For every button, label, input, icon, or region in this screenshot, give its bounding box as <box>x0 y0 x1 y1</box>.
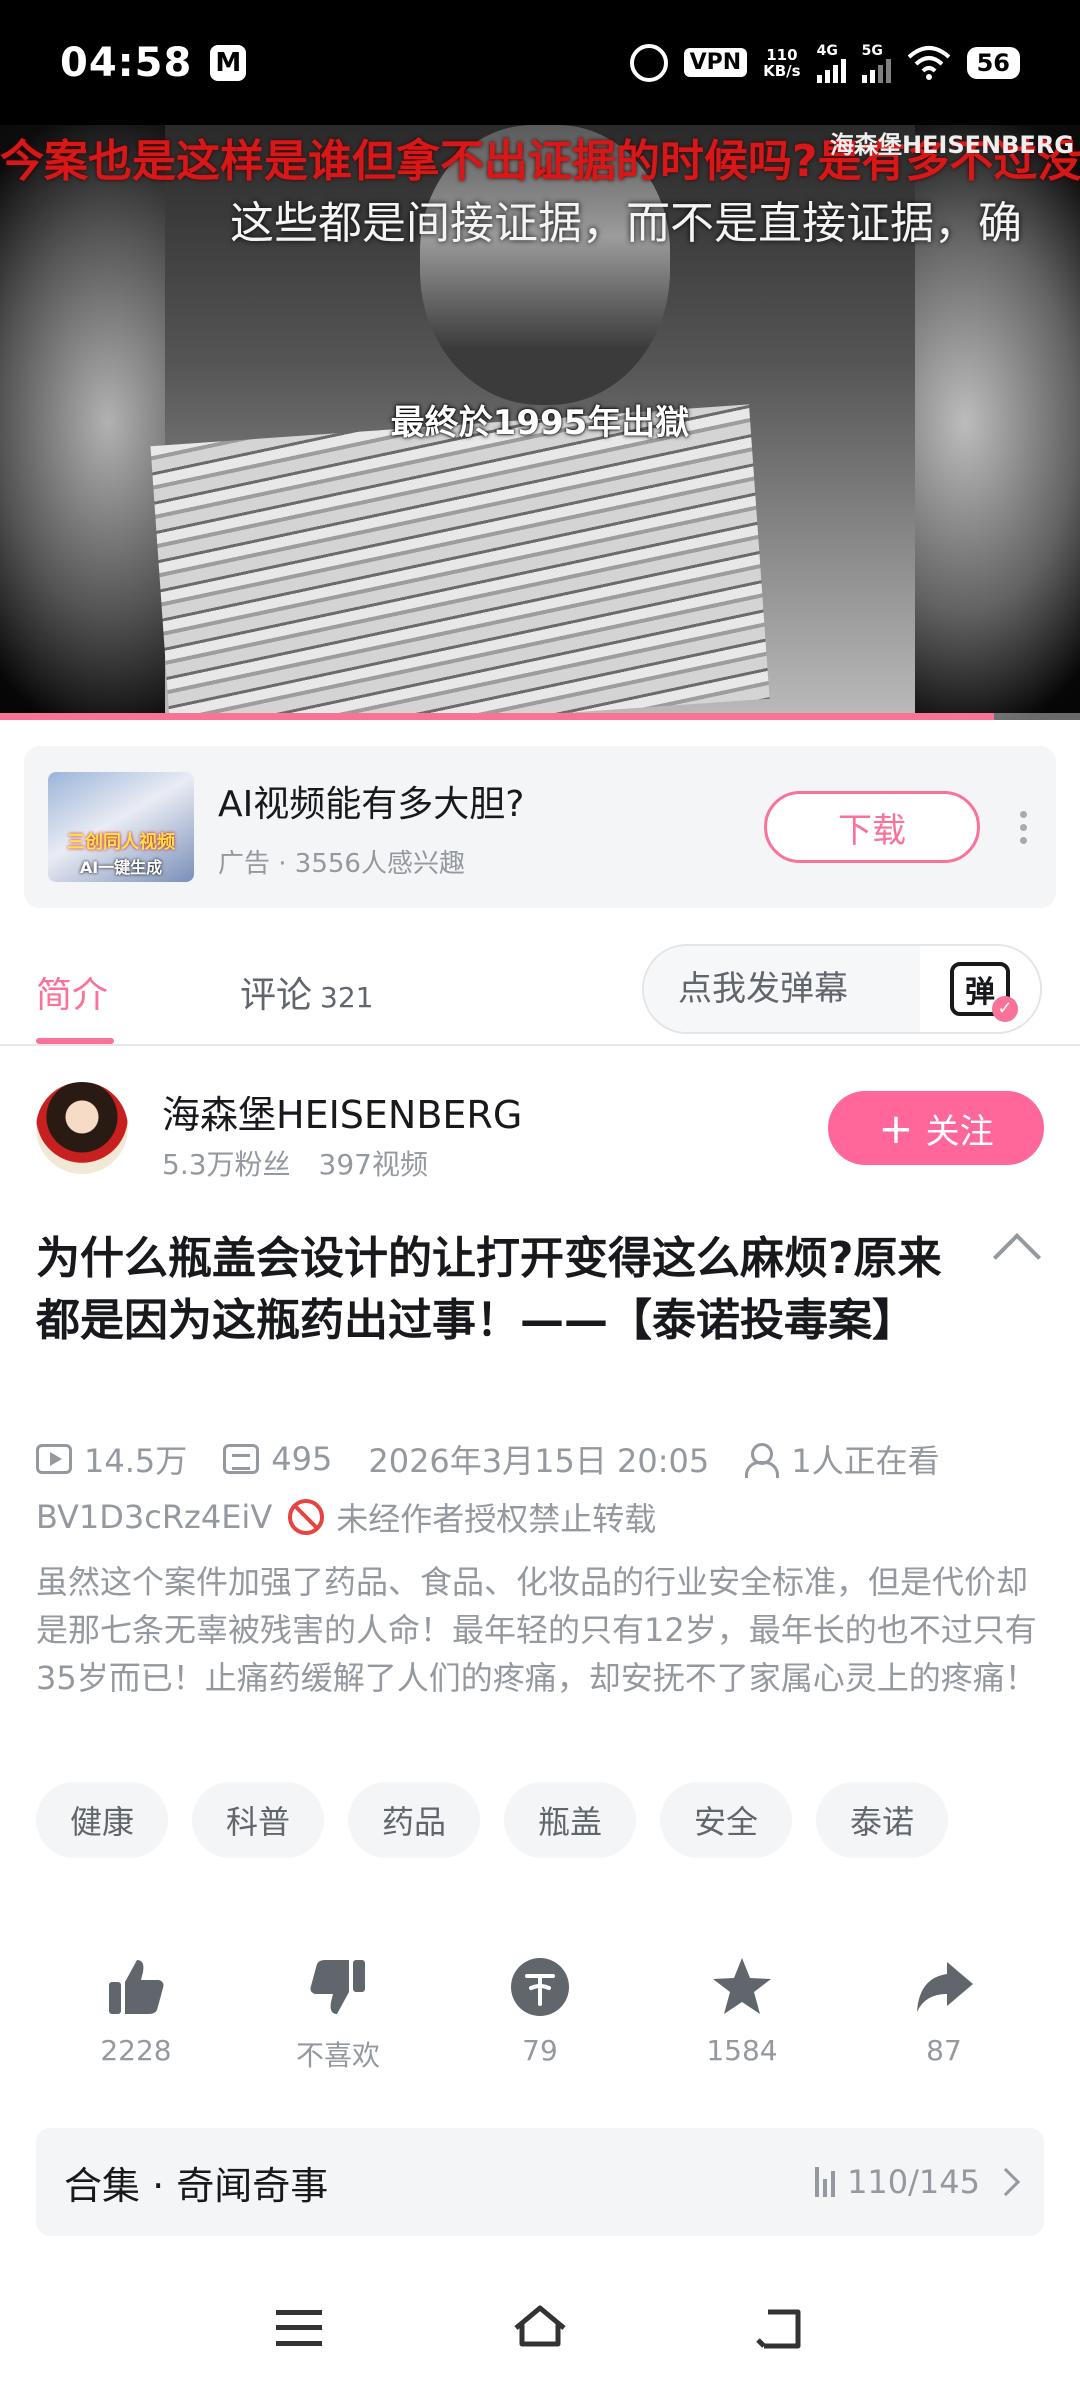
more-icon[interactable] <box>1020 810 1032 844</box>
ad-subtitle: 广告 · 3556人感兴趣 <box>218 848 465 879</box>
signal-4g-icon: 4G <box>816 42 846 83</box>
network-speed-unit: KB/s <box>763 61 801 80</box>
status-time: 04:58 <box>60 39 193 86</box>
video-watermark: 海森堡HEISENBERG <box>829 131 1074 159</box>
thumbs-down-icon <box>310 1960 365 2014</box>
watching-icon <box>745 1443 780 1478</box>
tab-comments-label: 评论 <box>240 975 313 1016</box>
tab-intro[interactable]: 简介 <box>36 966 108 1018</box>
tag-item[interactable]: 瓶盖 <box>504 1782 636 1858</box>
signal-5g-label: 5G <box>861 42 883 59</box>
check-icon: ✓ <box>992 996 1018 1022</box>
like-button[interactable]: 2228 <box>36 1954 236 2074</box>
favorite-button[interactable]: 1584 <box>642 1954 842 2074</box>
danmaku-input-placeholder[interactable]: 点我发弹幕 <box>644 946 920 1032</box>
collection-title: 合集 · 奇闻奇事 <box>64 2163 329 2208</box>
tab-comments-count: 321 <box>320 981 374 1014</box>
coin-icon <box>511 1958 569 2016</box>
plus-icon: + <box>878 1103 914 1153</box>
share-button[interactable]: 87 <box>844 1954 1044 2074</box>
star-icon <box>713 1958 771 2014</box>
ad-banner[interactable]: 三创同人视频 AI一键生成 AI视频能有多大胆? 广告 · 3556人感兴趣 下… <box>24 746 1056 908</box>
coin-button[interactable]: 79 <box>440 1954 640 2074</box>
bvid[interactable]: BV1D3cRz4EiV <box>36 1498 272 1536</box>
playlist-icon <box>815 2167 836 2197</box>
battery-icon: 56 <box>966 46 1020 79</box>
collection-progress: 110/145 <box>847 2163 980 2201</box>
collection-progress-group: 110/145 <box>815 2163 1021 2201</box>
tag-item[interactable]: 泰诺 <box>816 1782 948 1858</box>
system-nav-bar <box>0 2290 1080 2370</box>
tag-list: 健康 科普 药品 瓶盖 安全 泰诺 <box>36 1782 948 1858</box>
back-icon[interactable] <box>754 2306 804 2350</box>
ad-thumb-text-2: AI一键生成 <box>79 858 163 877</box>
tag-item[interactable]: 科普 <box>192 1782 324 1858</box>
thumbs-up-icon <box>109 1960 164 2014</box>
ad-thumb-text-1: 三创同人视频 <box>67 832 175 853</box>
video-progress-fill <box>0 713 994 720</box>
publish-date: 2026年3月15日 20:05 <box>368 1442 710 1480</box>
tab-active-indicator <box>36 1038 114 1044</box>
dislike-label: 不喜欢 <box>295 2039 380 2072</box>
vpn-icon: VPN <box>683 48 748 77</box>
chevron-up-icon[interactable] <box>992 1232 1042 1282</box>
video-subtitle: 这些都是间接证据，而不是直接证据，确 <box>230 198 1022 249</box>
danmaku-icon-label: 弹 <box>965 975 995 1010</box>
uploader-videos: 397视频 <box>318 1148 428 1181</box>
video-progress-bar[interactable] <box>0 713 1080 720</box>
ad-thumbnail: 三创同人视频 AI一键生成 <box>48 772 194 882</box>
uploader-name[interactable]: 海森堡HEISENBERG <box>162 1084 522 1139</box>
video-meta: 14.5万 495 2026年3月15日 20:05 1人正在看 <box>36 1436 940 1482</box>
coin-count: 79 <box>522 2034 558 2067</box>
video-papers <box>150 404 770 720</box>
video-title: 为什么瓶盖会设计的让打开变得这么麻烦?原来都是因为这瓶药出过事！——【泰诺投毒案… <box>36 1233 942 1346</box>
chevron-right-icon <box>991 2167 1021 2197</box>
ad-text: AI视频能有多大胆? 广告 · 3556人感兴趣 <box>218 775 764 880</box>
ad-title: AI视频能有多大胆? <box>218 783 525 825</box>
danmaku-icon: 弹 ✓ <box>950 962 1018 1022</box>
network-speed: 110 KB/s <box>763 47 800 79</box>
no-repost-icon <box>288 1499 325 1535</box>
alarm-icon <box>629 43 668 82</box>
danmaku-count-icon <box>223 1444 260 1474</box>
tag-item[interactable]: 健康 <box>36 1782 168 1858</box>
signal-5g-icon: 5G <box>861 42 891 83</box>
watching-count: 1人正在看 <box>791 1442 940 1480</box>
play-count-icon <box>36 1444 72 1474</box>
status-bar: 04:58 M VPN 110 KB/s 4G 5G 56 <box>0 0 1080 125</box>
uploader-stats: 5.3万粉丝 397视频 <box>162 1143 428 1183</box>
video-player[interactable]: 今案也是这样是谁但拿不出证据的时候吗?是有多不过没 海森堡HEISENBERG … <box>0 125 1080 720</box>
follow-label: 关注 <box>925 1111 994 1152</box>
uploader-fans: 5.3万粉丝 <box>162 1148 291 1181</box>
danmaku-input[interactable]: 点我发弹幕 弹 ✓ <box>642 944 1042 1034</box>
danmaku-count: 495 <box>271 1440 333 1478</box>
like-count: 2228 <box>100 2034 172 2067</box>
share-icon <box>917 1962 973 2012</box>
video-id-row: BV1D3cRz4EiV 未经作者授权禁止转载 <box>36 1494 656 1540</box>
ad-download-button[interactable]: 下载 <box>764 791 980 863</box>
avatar[interactable] <box>36 1082 128 1174</box>
favorite-count: 1584 <box>706 2034 778 2067</box>
view-count: 14.5万 <box>84 1442 188 1480</box>
tab-bar: 简介 评论 321 点我发弹幕 弹 ✓ <box>0 930 1080 1046</box>
signal-4g-label: 4G <box>816 42 838 59</box>
tag-item[interactable]: 药品 <box>348 1782 480 1858</box>
collection-bar[interactable]: 合集 · 奇闻奇事 110/145 <box>36 2128 1044 2236</box>
home-icon[interactable] <box>512 2304 568 2348</box>
menu-icon[interactable] <box>276 2310 322 2346</box>
copyright-notice: 未经作者授权禁止转载 <box>336 1500 657 1538</box>
mail-icon: M <box>210 44 247 81</box>
video-description: 虽然这个案件加强了药品、食品、化妆品的行业安全标准，但是代价却是那七条无辜被残害… <box>36 1563 1037 1697</box>
tab-comments[interactable]: 评论 321 <box>240 966 373 1018</box>
danmaku-toggle-button[interactable]: 弹 ✓ <box>920 946 1040 1032</box>
status-icons: VPN 110 KB/s 4G 5G 56 <box>629 42 1020 83</box>
wifi-icon <box>907 45 950 80</box>
dislike-button[interactable]: 不喜欢 <box>238 1954 438 2074</box>
tag-item[interactable]: 安全 <box>660 1782 792 1858</box>
video-caption: 最終於1995年出獄 <box>390 403 690 443</box>
share-count: 87 <box>926 2034 962 2067</box>
action-bar: 2228 不喜欢 79 1584 87 <box>36 1954 1044 2074</box>
follow-button[interactable]: + 关注 <box>828 1091 1044 1165</box>
